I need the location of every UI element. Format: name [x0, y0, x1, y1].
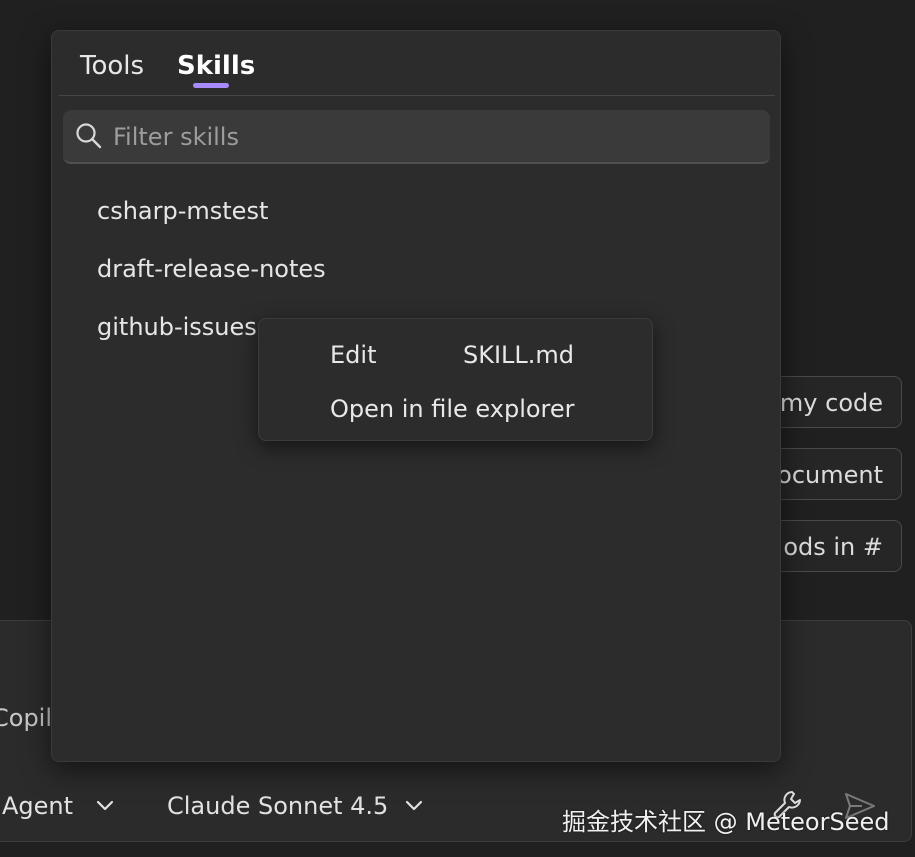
- suggestion-chip-label: my code: [779, 389, 883, 417]
- menu-item-edit[interactable]: Edit SKILL.md: [330, 341, 574, 369]
- menu-item-open-in-file-explorer[interactable]: Open in file explorer: [330, 395, 575, 423]
- chevron-down-icon: [96, 800, 114, 811]
- menu-item-edit-label: Edit: [330, 341, 377, 369]
- skill-item-github-issues[interactable]: github-issues: [97, 313, 257, 341]
- tabs-divider: [59, 95, 775, 96]
- copilot-chat-window: my code ocument ods in # Copil Agent Cla…: [0, 0, 915, 857]
- model-picker-label: Claude Sonnet 4.5: [167, 792, 389, 820]
- suggestion-chip-label: ods in #: [783, 533, 883, 561]
- tab-tools[interactable]: Tools: [80, 51, 144, 81]
- skill-context-menu: Edit SKILL.md Open in file explorer: [258, 318, 653, 441]
- search-icon: [76, 123, 102, 149]
- suggestion-chip-label: ocument: [777, 461, 883, 489]
- model-picker[interactable]: Claude Sonnet 4.5: [167, 792, 424, 820]
- skill-item-csharp-mstest[interactable]: csharp-mstest: [97, 197, 268, 225]
- chat-input-placeholder: Copil: [0, 704, 53, 732]
- mode-picker-label: Agent: [2, 792, 74, 820]
- filter-skills-box[interactable]: [63, 110, 770, 164]
- chevron-down-icon: [406, 800, 423, 811]
- filter-skills-input[interactable]: [111, 118, 755, 156]
- menu-item-edit-target: SKILL.md: [463, 341, 575, 369]
- mode-picker[interactable]: Agent: [2, 792, 115, 820]
- tab-skills[interactable]: Skills: [177, 51, 255, 81]
- skill-item-draft-release-notes[interactable]: draft-release-notes: [97, 255, 326, 283]
- watermark: 掘金技术社区 @ MeteorSeed: [562, 808, 890, 836]
- tab-selected-indicator: [193, 83, 229, 88]
